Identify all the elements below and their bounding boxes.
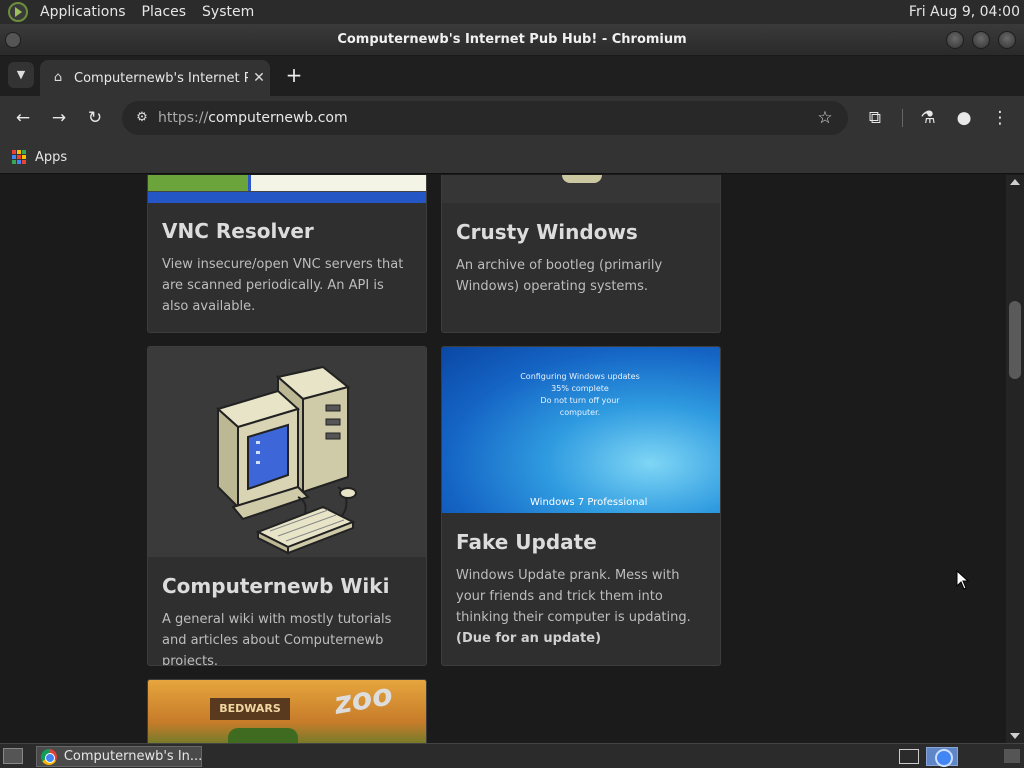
address-bar[interactable]: ⚙ https://computernewb.com ☆ [122, 101, 848, 135]
card-fake-update[interactable]: Configuring Windows updates 35% complete… [441, 346, 721, 666]
window-titlebar[interactable]: Computernewb's Internet Pub Hub! - Chrom… [0, 24, 1024, 56]
card-title[interactable]: Computernewb Wiki [162, 574, 389, 598]
tab-title: Computernewb's Internet Pub Hub! [74, 70, 248, 86]
crusty-windows-image [442, 175, 720, 203]
taskbar-window-label: Computernewb's In... [63, 749, 201, 764]
card-computernewb-wiki[interactable]: Computernewb Wiki A general wiki with mo… [147, 346, 427, 666]
update-screen-line: Configuring Windows updates [520, 372, 640, 381]
scroll-up-arrow-icon[interactable] [1010, 179, 1020, 185]
menu-places[interactable]: Places [134, 0, 195, 24]
url-scheme: https:// [158, 110, 209, 126]
page-scrollbar[interactable] [1006, 175, 1024, 743]
tab-strip: ▼ ⌂ Computernewb's Internet Pub Hub! ✕ + [0, 56, 1024, 96]
tab-active[interactable]: ⌂ Computernewb's Internet Pub Hub! ✕ [40, 60, 270, 96]
window-title: Computernewb's Internet Pub Hub! - Chrom… [337, 32, 687, 47]
desktop: Applications Places System Fri Aug 9, 04… [0, 0, 1024, 768]
url-text[interactable]: https://computernewb.com [158, 101, 348, 135]
apps-grid-icon [12, 150, 26, 164]
apps-grid-dot [17, 160, 21, 164]
bookmark-apps[interactable]: Apps [12, 148, 67, 166]
labs-icon[interactable]: ⚗ [915, 105, 941, 131]
site-settings-icon[interactable]: ⚙ [130, 106, 154, 130]
browser-menu-icon[interactable]: ⋮ [987, 105, 1013, 131]
window-menu-button[interactable] [5, 32, 21, 48]
top-panel: Applications Places System Fri Aug 9, 04… [0, 0, 1024, 24]
browser-toolbar: ← → ↻ ⚙ https://computernewb.com ☆ ⧉ ⚗ ●… [0, 96, 1024, 140]
toolbar-separator [902, 109, 903, 127]
menu-applications[interactable]: Applications [32, 0, 134, 24]
tab-close-icon[interactable]: ✕ [248, 70, 270, 86]
zoo-sign: zoo [331, 679, 396, 722]
bookmark-star-icon[interactable]: ☆ [812, 105, 838, 131]
update-screen-line: Do not turn off your computer. [540, 396, 620, 417]
card-title[interactable]: Crusty Windows [456, 220, 638, 244]
card-title[interactable]: VNC Resolver [162, 219, 314, 243]
card-description: A general wiki with mostly tutorials and… [162, 612, 392, 666]
card-minecraft-server[interactable]: BEDWARS zoo [147, 679, 427, 743]
bottom-taskbar: Computernewb's In... [0, 743, 1024, 768]
url-host: computernewb.com [208, 110, 348, 126]
workspace-1-button[interactable] [899, 749, 919, 764]
chromium-icon [41, 748, 57, 765]
minimize-button[interactable] [946, 31, 964, 49]
update-screen-line: 35% complete [551, 384, 609, 393]
workspace-2-button[interactable] [926, 747, 958, 767]
apps-grid-dot [22, 150, 26, 154]
mouse-cursor-icon [956, 570, 970, 590]
taskbar-window-chromium[interactable]: Computernewb's In... [36, 746, 202, 767]
card-description: An archive of bootleg (primarily Windows… [456, 258, 663, 294]
retro-computer-icon [216, 365, 357, 555]
close-window-button[interactable] [998, 31, 1016, 49]
back-button[interactable]: ← [10, 105, 36, 131]
card-vnc-resolver[interactable]: VNC Resolver View insecure/open VNC serv… [147, 175, 427, 333]
scrollbar-thumb[interactable] [1009, 301, 1021, 379]
scroll-down-arrow-icon[interactable] [1010, 733, 1020, 739]
card-note: (Due for an update) [456, 631, 602, 646]
bedwars-sign: BEDWARS [210, 698, 290, 720]
forward-button[interactable]: → [46, 105, 72, 131]
retro-computer-image [148, 347, 426, 557]
new-tab-button[interactable]: + [282, 62, 306, 88]
profile-icon[interactable]: ● [951, 105, 977, 131]
menu-system[interactable]: System [194, 0, 262, 24]
minecraft-server-image: BEDWARS zoo [148, 680, 426, 743]
chevron-down-icon: ▼ [16, 68, 26, 81]
maximize-button[interactable] [972, 31, 990, 49]
card-crusty-windows[interactable]: Crusty Windows An archive of bootleg (pr… [441, 175, 721, 333]
reload-button[interactable]: ↻ [82, 105, 108, 131]
bookmarks-bar: Apps [0, 140, 1024, 174]
apps-grid-dot [12, 155, 16, 159]
vnc-screenshot-image [148, 175, 426, 203]
apps-grid-dot [22, 160, 26, 164]
clock[interactable]: Fri Aug 9, 04:00 [909, 0, 1020, 24]
card-description-text: Windows Update prank. Mess with your fri… [456, 568, 691, 625]
card-title[interactable]: Fake Update [456, 530, 597, 554]
windows-logo: Windows 7 Professional [530, 497, 648, 508]
apps-label: Apps [35, 149, 68, 165]
windows-update-screen-image: Configuring Windows updates 35% complete… [442, 347, 720, 513]
trash-icon[interactable] [1004, 749, 1020, 763]
show-desktop-icon[interactable] [3, 748, 23, 764]
distro-logo-icon[interactable] [8, 2, 28, 22]
page-viewport: VNC Resolver View insecure/open VNC serv… [0, 175, 1024, 743]
card-description: View insecure/open VNC servers that are … [162, 257, 404, 314]
card-description: Windows Update prank. Mess with your fri… [456, 565, 706, 649]
apps-grid-dot [12, 150, 16, 154]
apps-grid-dot [17, 155, 21, 159]
apps-grid-dot [22, 155, 26, 159]
apps-grid-dot [12, 160, 16, 164]
computer-favicon-icon: ⌂ [53, 70, 63, 85]
apps-grid-dot [17, 150, 21, 154]
extensions-icon[interactable]: ⧉ [862, 105, 888, 131]
tab-search-button[interactable]: ▼ [8, 62, 34, 88]
